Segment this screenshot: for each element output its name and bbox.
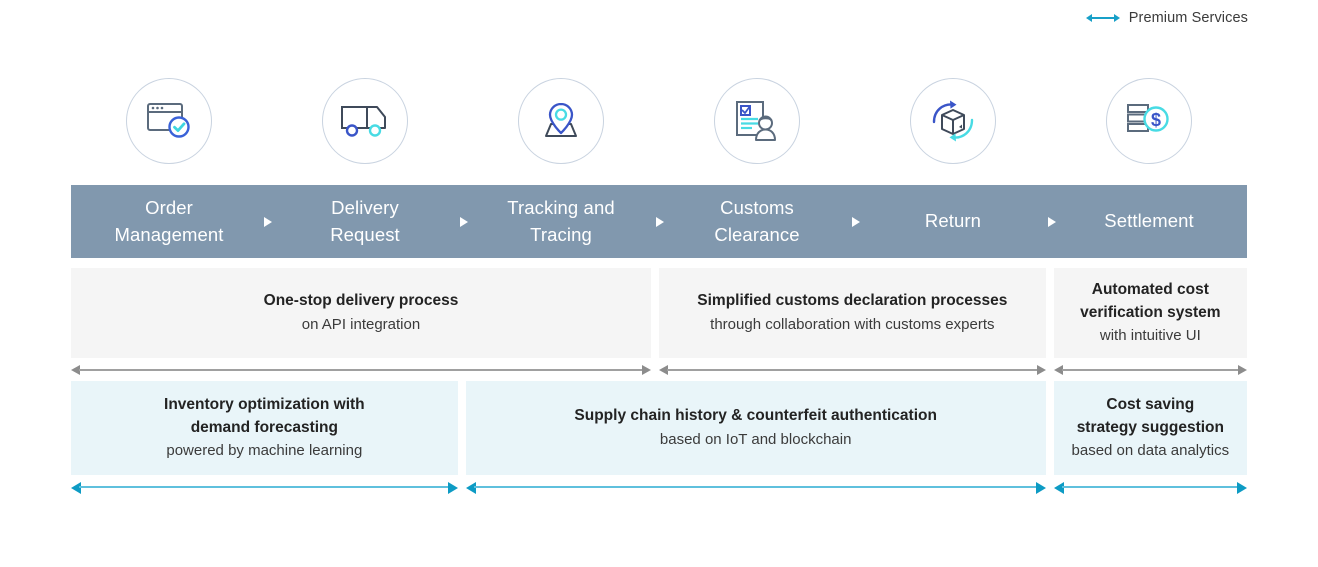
service-subtitle: on API integration: [301, 315, 421, 333]
stage-icons-row: $: [71, 78, 1247, 186]
span-arrow-icon: [71, 363, 651, 377]
stage-label: Settlement: [1104, 210, 1194, 232]
stage-label: Customs Clearance: [714, 197, 800, 245]
service-panel-inventory-optimization[interactable]: Inventory optimization with demand forec…: [71, 381, 458, 494]
service-title: Supply chain history & counterfeit authe…: [574, 407, 937, 425]
service-title: Automated cost verification system: [1080, 281, 1221, 321]
service-title: Simplified customs declaration processes: [697, 292, 1008, 310]
service-subtitle: based on data analytics: [1071, 442, 1230, 460]
stage-label: Order Management: [114, 197, 224, 245]
service-panel-one-stop-delivery[interactable]: One-stop delivery process on API integra…: [71, 268, 651, 375]
service-title: Inventory optimization with demand forec…: [164, 396, 365, 436]
span-arrow-icon: [465, 480, 1046, 494]
stage-icon-cell: [659, 78, 855, 186]
svg-text:$: $: [1151, 110, 1161, 130]
service-subtitle: based on IoT and blockchain: [659, 430, 852, 448]
stage-icon-cell: [855, 78, 1051, 186]
services-row-premium: Inventory optimization with demand forec…: [71, 381, 1247, 494]
service-title: One-stop delivery process: [263, 292, 459, 310]
stage-tracking-and-tracing[interactable]: Tracking and Tracing: [463, 185, 664, 258]
service-panel-cost-saving-strategy[interactable]: Cost saving strategy suggestion based on…: [1053, 381, 1247, 494]
stage-icon-cell: [463, 78, 659, 186]
diagram-canvas: Premium Services $ Order Management Deli…: [0, 0, 1318, 567]
stage-icon-cell: $: [1051, 78, 1247, 186]
service-subtitle: powered by machine learning: [166, 442, 363, 460]
return-box-arrows-icon: [910, 78, 996, 164]
double-arrow-icon: [1085, 12, 1120, 24]
stage-icon-cell: [71, 78, 267, 186]
stage-label: Tracking and Tracing: [507, 197, 615, 245]
stage-label: Return: [924, 210, 982, 232]
document-officer-icon: [714, 78, 800, 164]
process-stage-bar: Order Management Delivery Request Tracki…: [71, 185, 1247, 258]
map-location-pin-icon: [518, 78, 604, 164]
span-arrow-icon: [1053, 363, 1247, 377]
stage-settlement[interactable]: Settlement: [1051, 185, 1247, 258]
money-documents-dollar-icon: $: [1106, 78, 1192, 164]
service-title: Cost saving strategy suggestion: [1076, 396, 1224, 436]
stage-order-management[interactable]: Order Management: [71, 185, 272, 258]
stage-delivery-request[interactable]: Delivery Request: [267, 185, 468, 258]
span-arrow-icon: [71, 480, 458, 494]
service-subtitle: with intuitive UI: [1099, 327, 1201, 345]
span-arrow-icon: [1053, 480, 1247, 494]
service-panel-supply-chain-history[interactable]: Supply chain history & counterfeit authe…: [465, 381, 1046, 494]
service-subtitle: through collaboration with customs exper…: [710, 315, 995, 333]
stage-customs-clearance[interactable]: Customs Clearance: [659, 185, 860, 258]
stage-label: Delivery Request: [330, 197, 400, 245]
span-arrow-icon: [659, 363, 1046, 377]
services-row-standard: One-stop delivery process on API integra…: [71, 268, 1247, 375]
stage-return[interactable]: Return: [855, 185, 1056, 258]
legend: Premium Services: [1085, 10, 1248, 26]
delivery-truck-icon: [322, 78, 408, 164]
service-panel-automated-cost-verification[interactable]: Automated cost verification system with …: [1053, 268, 1247, 375]
browser-window-check-icon: [126, 78, 212, 164]
stage-icon-cell: [267, 78, 463, 186]
legend-label: Premium Services: [1128, 10, 1248, 26]
service-panel-customs-declaration[interactable]: Simplified customs declaration processes…: [659, 268, 1046, 375]
